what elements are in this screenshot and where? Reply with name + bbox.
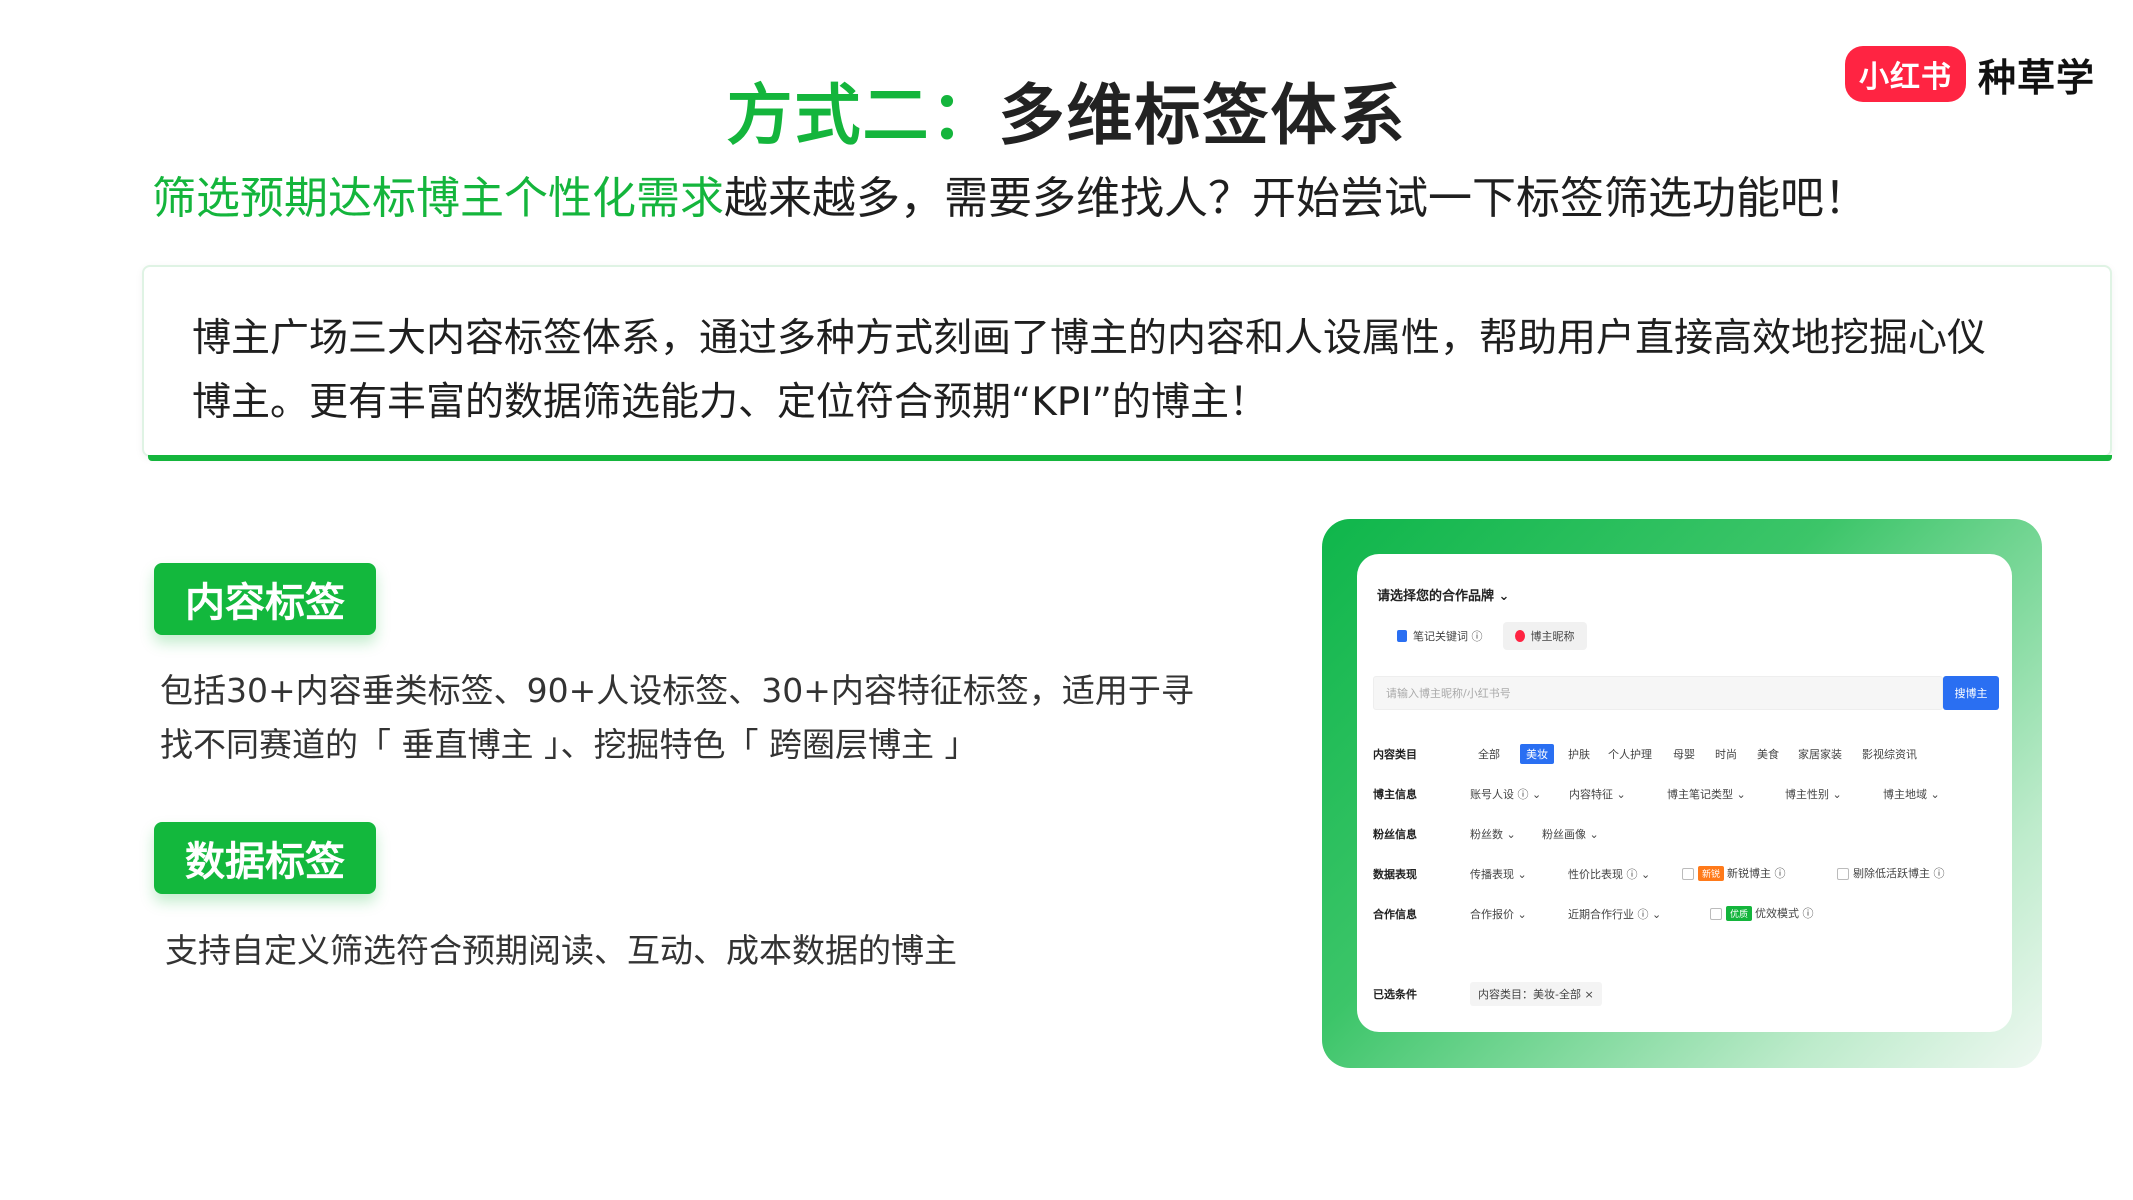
- category-chip-food[interactable]: 美食: [1757, 746, 1779, 762]
- filter-panel-screenshot: 请选择您的合作品牌 ⌄ 笔记关键词 ⓘ 博主昵称 请输入博主昵称/小红书号 搜博…: [1357, 554, 2012, 1032]
- filter-account-persona[interactable]: 账号人设 ⓘ ⌄: [1470, 786, 1541, 802]
- xiaohongshu-logo-badge: 小红书: [1845, 46, 1966, 102]
- page-title: 方式二：多维标签体系: [0, 62, 2133, 158]
- data-tag-label: 数据标签: [154, 822, 376, 894]
- filter-cooperation-price[interactable]: 合作报价 ⌄: [1470, 906, 1527, 922]
- content-tag-line-1: 包括30+内容垂类标签、90+人设标签、30+内容特征标签，适用于寻: [160, 671, 1194, 710]
- row-label-blogger-info: 博主信息: [1373, 788, 1417, 801]
- filter-content-feature[interactable]: 内容特征 ⌄: [1569, 786, 1626, 802]
- selected-conditions-label: 已选条件: [1373, 988, 1417, 1001]
- checkbox-box: [1682, 868, 1694, 880]
- search-button[interactable]: 搜博主: [1943, 676, 1999, 710]
- checkbox-new-blogger-label: 新锐博主 ⓘ: [1727, 867, 1786, 880]
- note-icon: [1397, 630, 1407, 642]
- category-chip-film-tv[interactable]: 影视综资讯: [1862, 746, 1917, 762]
- title-part2: 多维标签体系: [998, 77, 1407, 154]
- selected-condition-chip[interactable]: 内容类目：美妆-全部 ×: [1470, 982, 1602, 1006]
- filter-fan-count[interactable]: 粉丝数 ⌄: [1470, 826, 1516, 842]
- subtitle: 筛选预期达标博主个性化需求越来越多，需要多维找人？开始尝试一下标签筛选功能吧！: [152, 162, 1868, 226]
- title-part1: 方式二：: [726, 77, 999, 154]
- category-chip-fashion[interactable]: 时尚: [1715, 746, 1737, 762]
- subtitle-rest: 越来越多，需要多维找人？开始尝试一下标签筛选功能吧！: [724, 173, 1868, 224]
- description-line-2: 博主。更有丰富的数据筛选能力、定位符合预期“KPI”的博主！: [192, 380, 1269, 425]
- new-badge: 新锐: [1698, 866, 1725, 881]
- checkbox-quality-mode[interactable]: 优质 优效模式 ⓘ: [1710, 905, 1814, 921]
- description-text: 博主广场三大内容标签体系，通过多种方式刻画了博主的内容和人设属性，帮助用户直接高…: [192, 307, 2072, 435]
- search-input[interactable]: 请输入博主昵称/小红书号: [1373, 676, 1943, 710]
- row-label-data-performance: 数据表现: [1373, 868, 1417, 881]
- category-chip-home[interactable]: 家居家装: [1798, 746, 1842, 762]
- checkbox-box: [1710, 908, 1722, 920]
- tab-blogger-nickname-label: 博主昵称: [1530, 630, 1575, 643]
- filter-fan-profile[interactable]: 粉丝画像 ⌄: [1542, 826, 1599, 842]
- checkbox-exclude-inactive[interactable]: 剔除低活跃博主 ⓘ: [1837, 865, 1945, 881]
- category-chip-mother-baby[interactable]: 母婴: [1673, 746, 1695, 762]
- search-tabs: 笔记关键词 ⓘ 博主昵称: [1385, 622, 1587, 650]
- brand-logo: 小红书 种草学: [1845, 44, 2095, 104]
- filter-blogger-gender[interactable]: 博主性别 ⌄: [1785, 786, 1842, 802]
- description-card: 博主广场三大内容标签体系，通过多种方式刻画了博主的内容和人设属性，帮助用户直接高…: [142, 265, 2112, 461]
- filter-blogger-region[interactable]: 博主地域 ⌄: [1883, 786, 1940, 802]
- brand-select-dropdown[interactable]: 请选择您的合作品牌 ⌄: [1377, 585, 1509, 604]
- checkbox-quality-mode-label: 优效模式 ⓘ: [1755, 907, 1814, 920]
- content-tag-label: 内容标签: [154, 563, 376, 635]
- tab-blogger-nickname[interactable]: 博主昵称: [1502, 622, 1587, 650]
- checkbox-new-blogger[interactable]: 新锐 新锐博主 ⓘ: [1682, 865, 1786, 881]
- row-label-fan-info: 粉丝信息: [1373, 828, 1417, 841]
- content-tag-line-2: 找不同赛道的「 垂直博主 」、挖掘特色「 跨圈层博主 」: [160, 725, 978, 764]
- category-chip-skincare[interactable]: 护肤: [1568, 746, 1590, 762]
- category-chip-beauty[interactable]: 美妆: [1520, 744, 1554, 764]
- filter-recent-industry[interactable]: 近期合作行业 ⓘ ⌄: [1568, 906, 1661, 922]
- description-line-1: 博主广场三大内容标签体系，通过多种方式刻画了博主的内容和人设属性，帮助用户直接高…: [192, 316, 1987, 361]
- row-label-cooperation-info: 合作信息: [1373, 908, 1417, 921]
- brand-wordmark: 种草学: [1978, 55, 2096, 100]
- category-chip-all[interactable]: 全部: [1478, 746, 1500, 762]
- filter-spread-performance[interactable]: 传播表现 ⌄: [1470, 866, 1527, 882]
- tab-note-keyword[interactable]: 笔记关键词 ⓘ: [1385, 622, 1495, 650]
- checkbox-exclude-inactive-label: 剔除低活跃博主 ⓘ: [1853, 867, 1945, 880]
- content-tag-description: 包括30+内容垂类标签、90+人设标签、30+内容特征标签，适用于寻 找不同赛道…: [160, 664, 1220, 772]
- tab-note-keyword-label: 笔记关键词 ⓘ: [1413, 630, 1483, 643]
- data-tag-description: 支持自定义筛选符合预期阅读、互动、成本数据的博主: [165, 931, 957, 970]
- quality-badge: 优质: [1726, 906, 1753, 921]
- user-icon: [1514, 630, 1525, 642]
- filter-cost-performance[interactable]: 性价比表现 ⓘ ⌄: [1568, 866, 1650, 882]
- category-chip-personal-care[interactable]: 个人护理: [1608, 746, 1652, 762]
- subtitle-highlight: 筛选预期达标博主个性化需求: [152, 173, 724, 224]
- filter-note-type[interactable]: 博主笔记类型 ⌄: [1667, 786, 1746, 802]
- checkbox-box: [1837, 868, 1849, 880]
- row-label-content-category: 内容类目: [1373, 748, 1417, 761]
